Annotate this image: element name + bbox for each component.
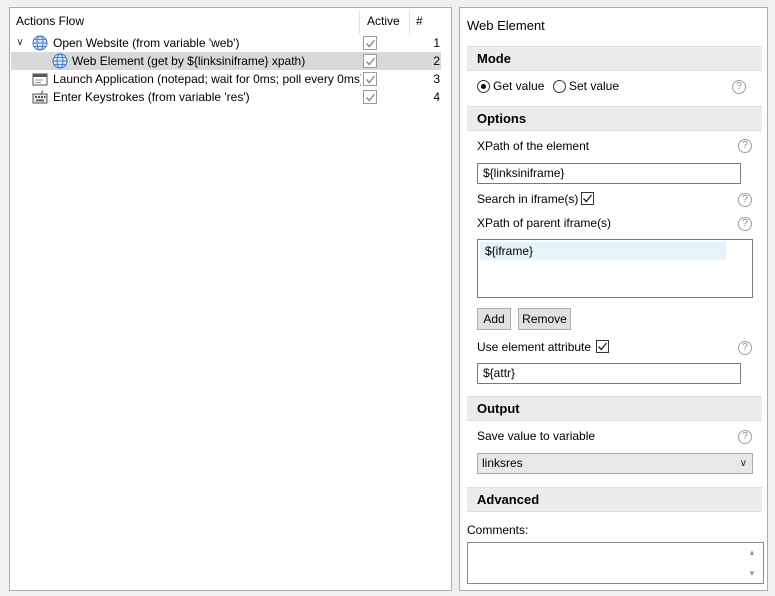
search-iframe-label: Search in iframe(s) [477, 192, 579, 206]
section-output-header[interactable]: Output [467, 396, 762, 421]
use-attribute-checkbox[interactable] [596, 340, 609, 353]
column-separator [409, 10, 410, 34]
application-window-icon [32, 71, 48, 87]
section-options-header[interactable]: Options [467, 106, 762, 131]
parent-iframe-listbox[interactable]: ${iframe} [477, 239, 753, 298]
variable-select[interactable]: linksres ∨ [477, 453, 753, 474]
save-variable-label: Save value to variable [477, 429, 596, 443]
active-checkbox[interactable] [363, 36, 377, 50]
tree-header: Actions Flow Active # [10, 8, 451, 34]
section-mode-header[interactable]: Mode [467, 46, 762, 71]
tree-row-web-element[interactable]: Web Element (get by ${linksiniframe} xpa… [10, 52, 451, 70]
globe-icon [52, 53, 68, 69]
row-number: 1 [433, 36, 440, 50]
column-header-active[interactable]: Active [367, 8, 400, 34]
search-iframe-checkbox[interactable] [581, 192, 594, 205]
chevron-down-icon: ∨ [739, 458, 747, 469]
tree-row-launch-application[interactable]: Launch Application (notepad; wait for 0m… [10, 70, 451, 88]
tree-row-label: Launch Application (notepad; wait for 0m… [53, 72, 361, 86]
panel-title: Web Element [467, 18, 545, 33]
web-element-properties-panel: Web Element Mode Get value Set value ? O… [459, 7, 768, 591]
help-icon[interactable]: ? [738, 341, 752, 355]
actions-flow-panel: Actions Flow Active # ∨ Open Website (fr… [9, 7, 452, 591]
column-header-number[interactable]: # [416, 8, 423, 34]
help-icon[interactable]: ? [738, 217, 752, 231]
comments-textarea[interactable] [467, 542, 764, 584]
column-header-actions-flow[interactable]: Actions Flow [16, 8, 84, 34]
xpath-input[interactable]: ${linksiniframe} [477, 163, 741, 184]
get-value-label[interactable]: Get value [493, 79, 544, 93]
attribute-input[interactable]: ${attr} [477, 363, 741, 384]
remove-button[interactable]: Remove [518, 308, 571, 330]
scroll-up-arrow-icon[interactable]: ▲ [747, 548, 757, 558]
row-number: 4 [433, 90, 440, 104]
tree-row-label: Web Element (get by ${linksiniframe} xpa… [72, 54, 306, 68]
variable-select-value: linksres [482, 456, 523, 470]
row-number: 2 [433, 54, 440, 68]
tree-row-label: Enter Keystrokes (from variable 'res') [53, 90, 250, 104]
help-icon[interactable]: ? [732, 80, 746, 94]
tree-row-open-website[interactable]: ∨ Open Website (from variable 'web') 1 [10, 34, 451, 52]
globe-icon [32, 35, 48, 51]
use-attribute-label: Use element attribute [477, 340, 592, 354]
set-value-label[interactable]: Set value [569, 79, 619, 93]
set-value-radio[interactable] [553, 80, 566, 93]
keyboard-icon [32, 89, 48, 105]
row-number: 3 [433, 72, 440, 86]
active-checkbox[interactable] [363, 90, 377, 104]
tree-row-enter-keystrokes[interactable]: Enter Keystrokes (from variable 'res') 4 [10, 88, 451, 106]
help-icon[interactable]: ? [738, 430, 752, 444]
xpath-label: XPath of the element [477, 139, 590, 153]
parent-iframe-label: XPath of parent iframe(s) [477, 216, 612, 230]
column-separator [359, 10, 360, 34]
add-button[interactable]: Add [477, 308, 511, 330]
active-checkbox[interactable] [363, 54, 377, 68]
comments-label: Comments: [467, 523, 529, 537]
help-icon[interactable]: ? [738, 139, 752, 153]
active-checkbox[interactable] [363, 72, 377, 86]
tree-row-label: Open Website (from variable 'web') [53, 36, 240, 50]
help-icon[interactable]: ? [738, 193, 752, 207]
list-item[interactable]: ${iframe} [480, 242, 726, 260]
get-value-radio[interactable] [477, 80, 490, 93]
scroll-down-arrow-icon[interactable]: ▼ [747, 569, 757, 579]
section-advanced-header[interactable]: Advanced [467, 487, 762, 512]
chevron-down-icon[interactable]: ∨ [14, 35, 26, 51]
